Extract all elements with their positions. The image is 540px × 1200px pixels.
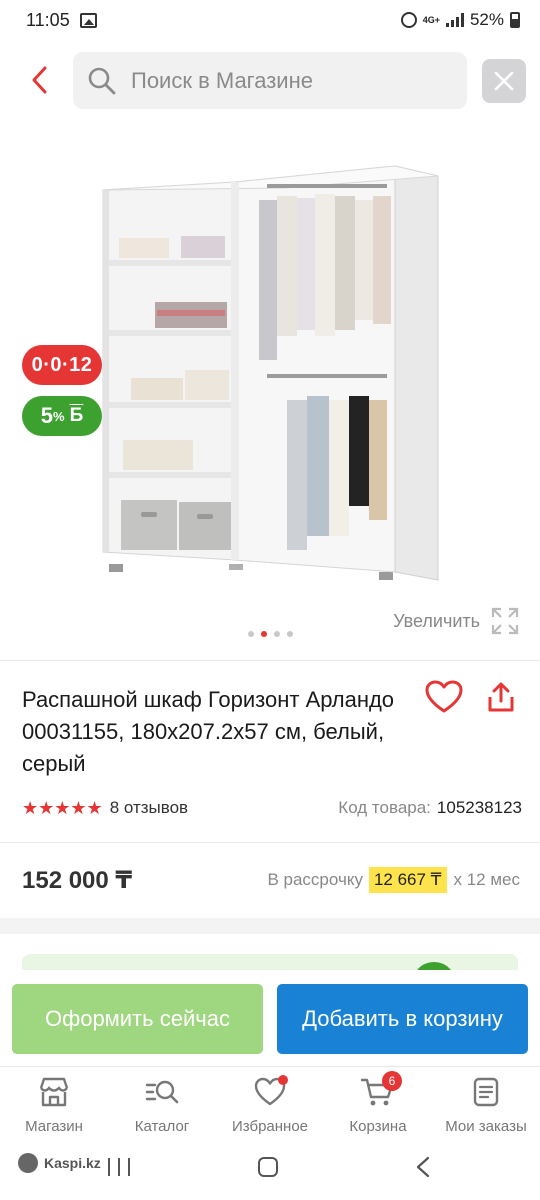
product-title: Распашной шкаф Горизонт Арландо 00031155… [22,687,395,776]
share-icon [488,682,514,712]
gallery-dot[interactable] [273,631,280,637]
nav-label-store: Магазин [25,1118,83,1135]
nav-label-cart: Корзина [349,1118,407,1135]
share-button[interactable] [484,680,520,716]
nav-item-cart[interactable]: 6 Корзина [324,1067,432,1148]
bonus-badge: 5% Б [22,396,102,436]
reviews-link[interactable]: 8 отзывов [110,798,188,818]
nav-item-orders[interactable]: Мои заказы [432,1067,540,1148]
kaspi-brand-label: Kaspi.kz [44,1155,101,1171]
product-code-label: Код товара: [338,798,431,817]
store-icon [39,1077,69,1107]
status-indicators: 4G+ 52% [400,10,520,30]
home-button[interactable] [258,1157,278,1177]
search-placeholder: Поиск в Магазине [131,67,313,93]
orders-icon [473,1077,499,1107]
product-price: 152 000 ₸ [22,866,133,894]
battery-icon [510,12,520,28]
product-image-gallery[interactable]: 0·0·12 5% Б Увеличить [0,140,540,660]
search-header: Поиск в Магазине [0,50,540,110]
network-label: 4G+ [422,14,440,25]
status-bar: 11:05 4G+ 52% [0,0,540,40]
product-code: Код товара: 105238123 [338,798,522,818]
gallery-icon [79,12,97,28]
buy-now-button[interactable]: Оформить сейчас [12,984,263,1054]
nav-item-catalog[interactable]: Каталог [108,1067,216,1148]
nav-label-catalog: Каталог [134,1118,190,1135]
rating-row: ★★★★★ 8 отзывов Код товара: 105238123 [22,796,522,820]
nav-label-orders: Мои заказы [445,1118,527,1135]
gallery-dot-active[interactable] [260,631,267,637]
favorites-dot-badge [278,1075,288,1085]
installment-info[interactable]: В рассрочку 12 667 ₸ х 12 мес [267,867,520,893]
add-to-cart-button[interactable]: Добавить в корзину [277,984,528,1054]
close-icon [494,71,514,91]
battery-percent: 52% [469,10,504,29]
wardrobe-image[interactable] [95,160,445,585]
favorite-button[interactable] [425,680,465,716]
zoom-label: Увеличить [393,610,480,631]
gallery-dot[interactable] [247,631,254,637]
bottom-navigation: Магазин Каталог Избранное 6 Корзина Мои … [0,1066,540,1148]
section-separator [0,918,540,934]
installment-monthly: 12 667 ₸ [368,867,447,893]
nav-item-store[interactable]: Магазин [0,1067,108,1148]
installment-badge: 0·0·12 [22,345,102,385]
signal-icon [445,13,464,27]
bonus-percent-sign: % [53,408,65,424]
divider [0,842,540,843]
status-time: 11:05 [26,9,70,30]
price-row: 152 000 ₸ В рассрочку 12 667 ₸ х 12 мес [22,862,520,898]
alarm-icon [400,12,417,28]
heart-icon [425,680,463,713]
kaspi-logo-icon [18,1153,38,1173]
system-navigation-bar: Kaspi.kz [0,1148,540,1200]
system-back-button[interactable] [414,1156,432,1178]
search-icon [88,67,116,94]
product-code-value: 105238123 [436,798,522,817]
nav-item-favorites[interactable]: Избранное [216,1067,324,1148]
cart-count-badge: 6 [382,1071,402,1091]
back-button[interactable] [22,62,58,98]
catalog-icon [145,1080,179,1104]
search-input[interactable]: Поиск в Магазине [73,52,467,109]
installment-label: В рассрочку [267,870,363,889]
divider [0,660,540,661]
recent-apps-button[interactable] [108,1158,130,1176]
bonus-percent: 5 [40,403,54,428]
rating-stars: ★★★★★ [22,797,103,818]
purchase-actions: Оформить сейчас Добавить в корзину [0,970,540,1066]
installment-term: х 12 мес [453,870,521,889]
kaspi-brand: Kaspi.kz [18,1153,101,1173]
chevron-left-icon [32,66,47,94]
gallery-pagination [0,631,540,637]
gallery-dot[interactable] [286,631,293,637]
bonus-currency: Б [69,405,84,426]
nav-label-favorites: Избранное [231,1118,309,1135]
close-search-button[interactable] [482,59,526,103]
